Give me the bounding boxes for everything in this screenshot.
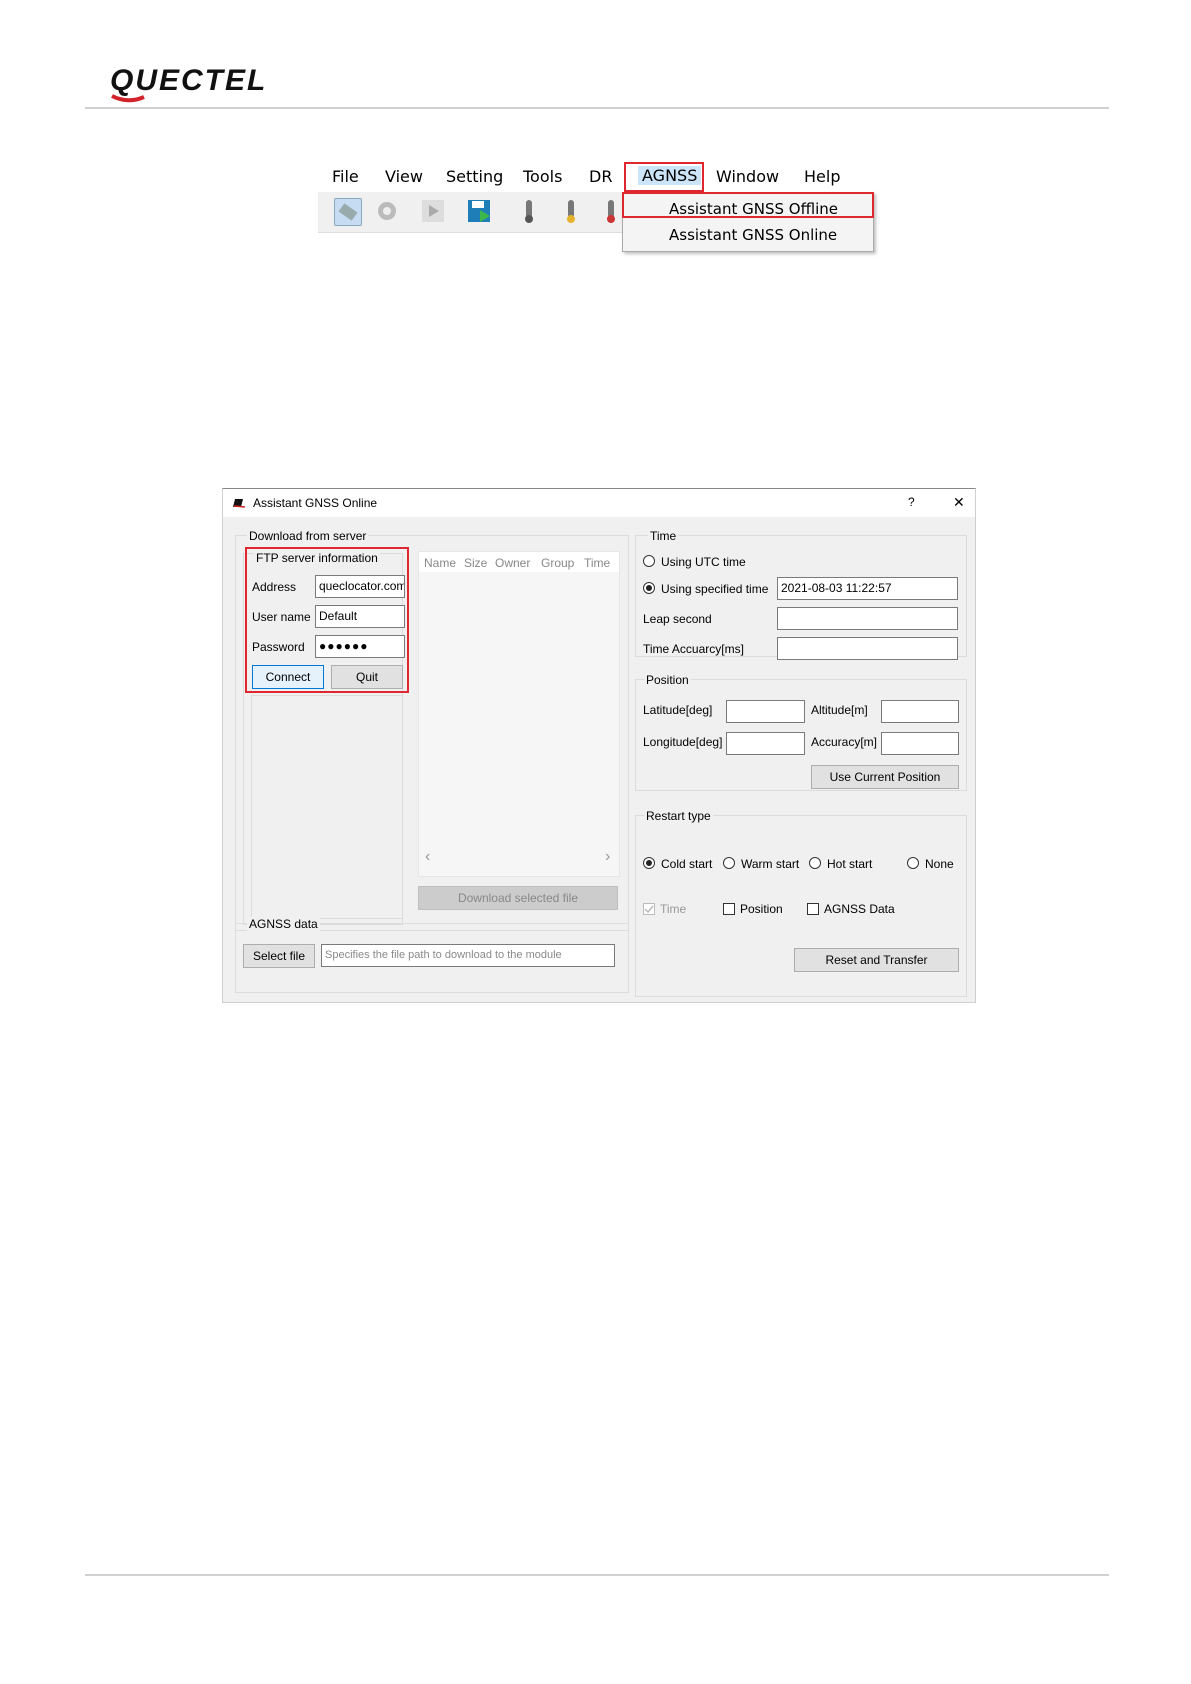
reset-transfer-button[interactable]: Reset and Transfer bbox=[794, 948, 959, 972]
menu-assistant-gnss-online[interactable]: Assistant GNSS Online bbox=[623, 222, 873, 248]
hot-start-radio[interactable] bbox=[809, 857, 821, 869]
none-label: None bbox=[925, 857, 954, 871]
highlight-agnss bbox=[624, 162, 704, 192]
logo-text: QUECTEL bbox=[110, 64, 267, 97]
cold-start-label: Cold start bbox=[661, 857, 713, 871]
menu-dr[interactable]: DR bbox=[589, 167, 612, 186]
column-size[interactable]: Size bbox=[464, 556, 487, 570]
using-specified-label: Using specified time bbox=[661, 582, 769, 596]
thermometer-icon[interactable] bbox=[516, 198, 542, 224]
using-specified-radio[interactable] bbox=[643, 582, 655, 594]
gear-icon[interactable] bbox=[374, 198, 400, 224]
warm-start-radio[interactable] bbox=[723, 857, 735, 869]
column-time[interactable]: Time bbox=[584, 556, 610, 570]
longitude-input[interactable] bbox=[726, 732, 805, 755]
hot-start-label: Hot start bbox=[827, 857, 873, 871]
position-checkbox-label: Position bbox=[740, 902, 783, 916]
time-accuracy-label: Time Accuarcy[ms] bbox=[643, 642, 744, 656]
menu-view[interactable]: View bbox=[385, 167, 423, 186]
highlight-offline bbox=[622, 192, 874, 218]
thermometer-yellow-icon[interactable] bbox=[558, 198, 584, 224]
time-group-label: Time bbox=[648, 529, 679, 543]
cold-start-radio[interactable] bbox=[643, 857, 655, 869]
column-name[interactable]: Name bbox=[424, 556, 456, 570]
satellite-icon[interactable] bbox=[334, 198, 362, 226]
download-selected-button[interactable]: Download selected file bbox=[418, 886, 618, 910]
dialog-title: Assistant GNSS Online bbox=[253, 496, 378, 510]
none-radio[interactable] bbox=[907, 857, 919, 869]
time-checkbox[interactable] bbox=[643, 903, 655, 915]
longitude-label: Longitude[deg] bbox=[643, 735, 723, 749]
restart-group-label: Restart type bbox=[644, 809, 713, 823]
assistant-gnss-online-dialog: Assistant GNSS Online ? ✕ Download from … bbox=[222, 488, 976, 1003]
altitude-label: Altitude[m] bbox=[811, 703, 868, 717]
header-rule bbox=[85, 107, 1109, 109]
play-icon[interactable] bbox=[420, 198, 446, 224]
highlight-ftp bbox=[245, 547, 409, 693]
menu-window[interactable]: Window bbox=[716, 167, 779, 186]
file-path-input[interactable]: Specifies the file path to download to t… bbox=[321, 944, 615, 967]
save-icon[interactable] bbox=[466, 198, 492, 224]
time-accuracy-input[interactable] bbox=[777, 637, 958, 660]
select-file-button[interactable]: Select file bbox=[243, 944, 315, 968]
menu-file[interactable]: File bbox=[332, 167, 359, 186]
menu-screenshot: File View Setting Tools DR AGNSS Window … bbox=[318, 158, 874, 256]
column-group[interactable]: Group bbox=[541, 556, 574, 570]
thermometer-red-icon[interactable] bbox=[598, 198, 624, 224]
file-list[interactable]: Name Size Owner Group Time ‹ › bbox=[418, 551, 620, 877]
menu-setting[interactable]: Setting bbox=[446, 167, 503, 186]
using-utc-label: Using UTC time bbox=[661, 555, 746, 569]
column-owner[interactable]: Owner bbox=[495, 556, 530, 570]
warm-start-label: Warm start bbox=[741, 857, 800, 871]
quectel-logo: QUECTEL bbox=[110, 64, 267, 103]
menu-help[interactable]: Help bbox=[804, 167, 840, 186]
agnss-data-checkbox-label: AGNSS Data bbox=[824, 902, 895, 916]
using-utc-radio[interactable] bbox=[643, 555, 655, 567]
download-group-label: Download from server bbox=[247, 529, 369, 543]
dialog-titlebar: Assistant GNSS Online ? ✕ bbox=[223, 489, 975, 517]
help-button[interactable]: ? bbox=[908, 495, 915, 509]
menu-bar: File View Setting Tools DR AGNSS Window … bbox=[318, 158, 874, 192]
agnss-data-label: AGNSS data bbox=[247, 917, 320, 931]
altitude-input[interactable] bbox=[881, 700, 959, 723]
footer-rule bbox=[85, 1574, 1109, 1576]
scroll-left-icon[interactable]: ‹ bbox=[425, 848, 430, 866]
accuracy-label: Accuracy[m] bbox=[811, 735, 878, 749]
file-list-header: Name Size Owner Group Time bbox=[419, 552, 619, 572]
use-current-position-button[interactable]: Use Current Position bbox=[811, 765, 959, 789]
ftp-lower-panel bbox=[251, 695, 403, 919]
latitude-input[interactable] bbox=[726, 700, 805, 723]
latitude-label: Latitude[deg] bbox=[643, 703, 713, 717]
leap-second-label: Leap second bbox=[643, 612, 712, 626]
agnss-data-checkbox[interactable] bbox=[807, 903, 819, 915]
scroll-right-icon[interactable]: › bbox=[605, 848, 610, 866]
menu-tools[interactable]: Tools bbox=[523, 167, 562, 186]
app-logo-icon bbox=[233, 499, 246, 508]
close-icon[interactable]: ✕ bbox=[953, 494, 965, 511]
leap-second-input[interactable] bbox=[777, 607, 958, 630]
position-group-label: Position bbox=[644, 673, 691, 687]
specified-time-input[interactable]: 2021-08-03 11:22:57 bbox=[777, 577, 958, 600]
position-checkbox[interactable] bbox=[723, 903, 735, 915]
accuracy-input[interactable] bbox=[881, 732, 959, 755]
time-checkbox-label: Time bbox=[660, 902, 687, 916]
